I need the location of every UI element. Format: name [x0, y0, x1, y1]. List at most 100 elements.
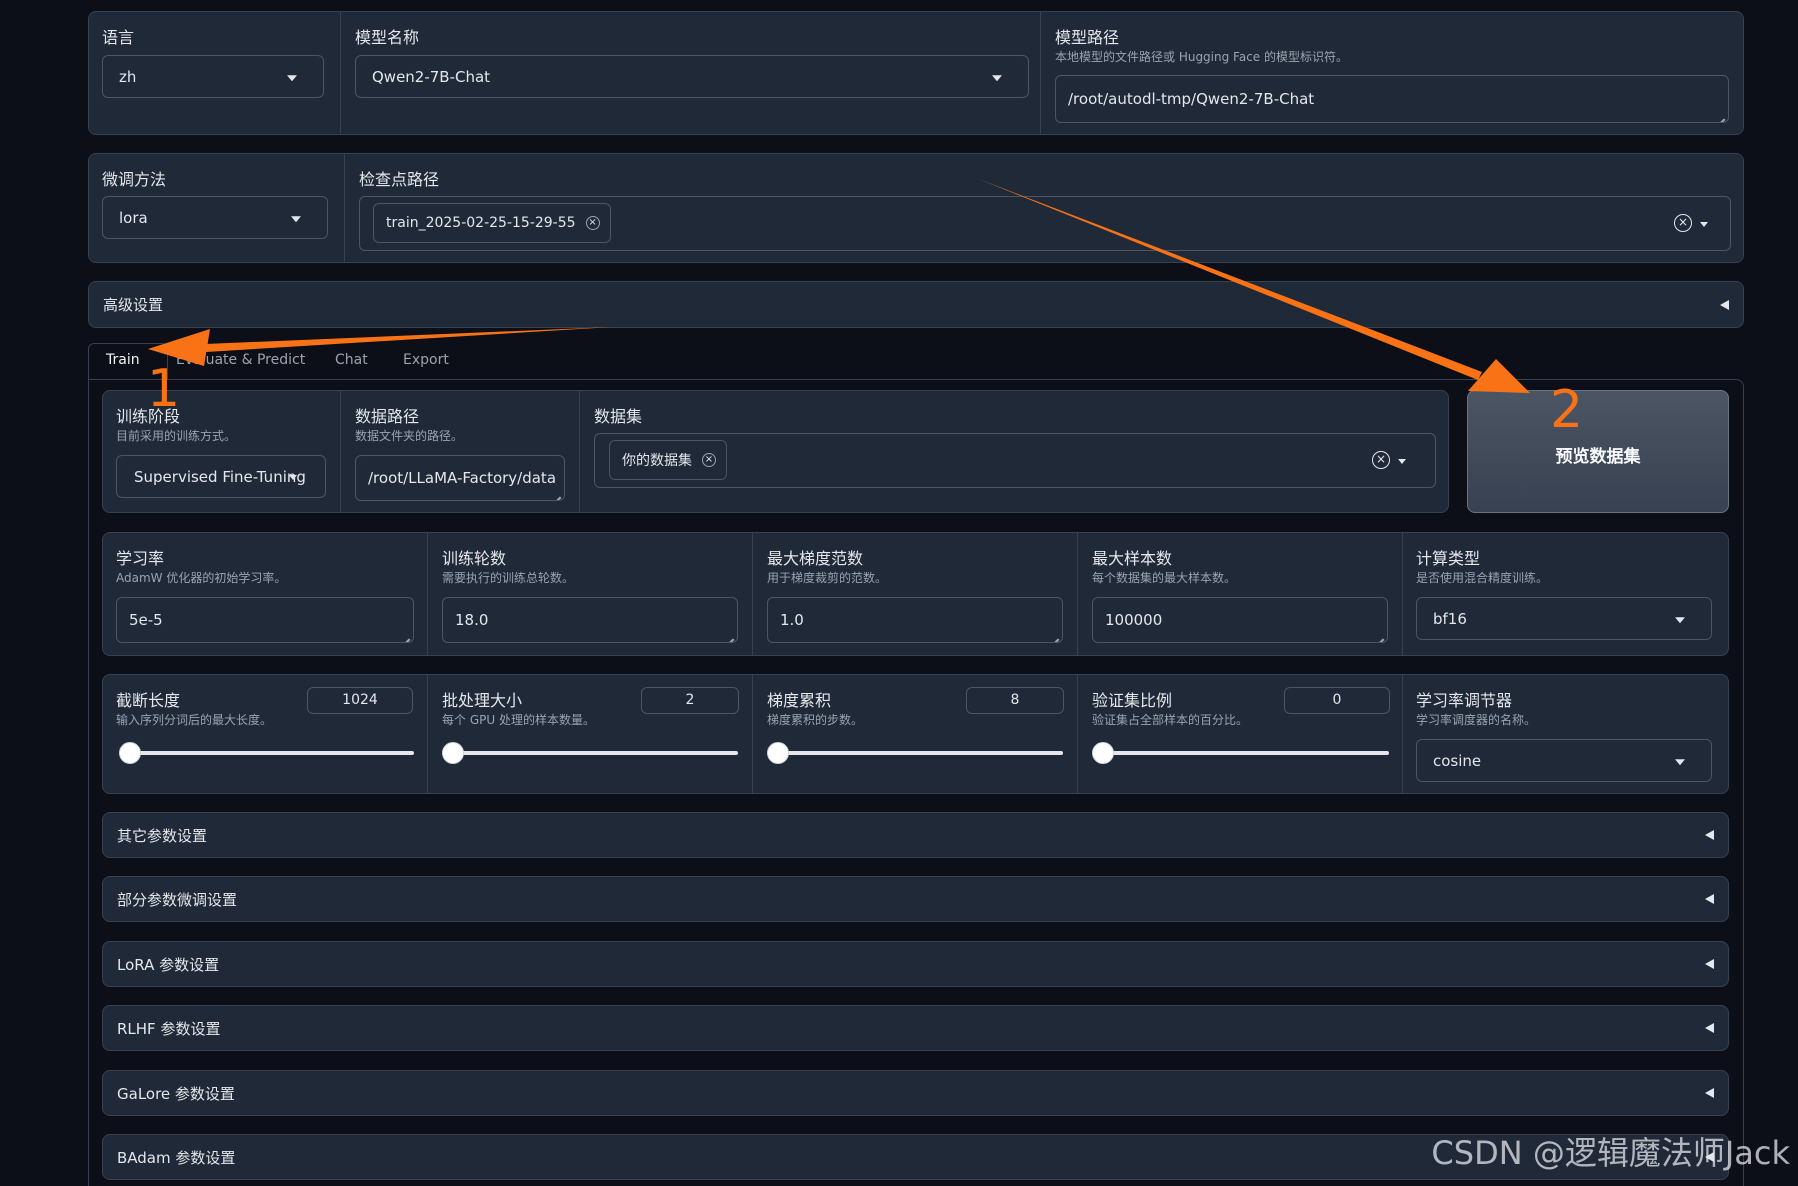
model-path-input[interactable]: /root/autodl-tmp/Qwen2-7B-Chat — [1055, 75, 1729, 123]
learning-rate-label: 学习率 — [116, 549, 165, 568]
resize-handle-icon[interactable] — [401, 630, 410, 639]
tab-train[interactable]: Train — [106, 352, 140, 368]
chevron-down-icon — [291, 215, 301, 222]
model-settings-panel: 语言 zh 模型名称 Qwen2-7B-Chat 模型路径 本地模型的文件路径或… — [88, 11, 1744, 135]
batch-size-slider-thumb[interactable] — [442, 742, 464, 764]
max-grad-norm-label: 最大梯度范数 — [767, 549, 864, 568]
close-icon[interactable]: × — [585, 216, 600, 230]
cutoff-len-number[interactable]: 1024 — [307, 687, 413, 714]
clear-icon[interactable]: × — [1372, 451, 1390, 469]
finetune-panel: 微调方法 lora 检查点路径 train_2025-02-25-15-29-5… — [88, 153, 1744, 263]
watermark-text: CSDN @逻辑魔法师Jack — [1431, 1134, 1790, 1172]
rlhf-params-label: RLHF 参数设置 — [117, 1019, 221, 1038]
freeze-params-accordion[interactable]: 部分参数微调设置 — [102, 876, 1729, 922]
max-grad-norm-cell: 最大梯度范数 用于梯度裁剪的范数。 1.0 — [753, 533, 1078, 655]
preview-dataset-button[interactable]: 预览数据集 — [1467, 390, 1729, 513]
chevron-down-icon[interactable] — [1398, 459, 1406, 464]
resize-handle-icon[interactable] — [1716, 110, 1725, 119]
checkpoint-multiselect[interactable]: train_2025-02-25-15-29-55 × × — [359, 196, 1731, 251]
stage-cell: 训练阶段 目前采用的训练方式。 Supervised Fine-Tuning — [103, 391, 341, 512]
collapse-triangle-icon — [1705, 959, 1714, 969]
advanced-settings-label: 高级设置 — [103, 296, 164, 314]
max-grad-norm-info: 用于梯度裁剪的范数。 — [767, 571, 888, 585]
resize-handle-icon[interactable] — [1050, 630, 1059, 639]
data-dir-cell: 数据路径 数据文件夹的路径。 /root/LLaMA-Factory/data — [341, 391, 580, 512]
max-grad-norm-input[interactable]: 1.0 — [767, 597, 1063, 643]
cutoff-len-slider-thumb[interactable] — [119, 742, 141, 764]
dataset-chip-label: 你的数据集 — [622, 453, 692, 469]
lr-scheduler-label: 学习率调节器 — [1416, 691, 1513, 710]
batch-size-slider[interactable] — [442, 742, 738, 764]
annotation-number-two: 2 — [1550, 380, 1584, 440]
finetune-value: lora — [119, 208, 148, 227]
compute-type-dropdown[interactable]: bf16 — [1416, 597, 1712, 640]
model-path-info: 本地模型的文件路径或 Hugging Face 的模型标识符。 — [1055, 50, 1348, 64]
close-icon[interactable]: × — [702, 453, 716, 467]
lora-params-accordion[interactable]: LoRA 参数设置 — [102, 941, 1729, 987]
language-dropdown[interactable]: zh — [102, 55, 324, 98]
advanced-settings-accordion[interactable]: 高级设置 — [88, 281, 1744, 328]
grad-accum-slider[interactable] — [767, 742, 1063, 764]
compute-type-cell: 计算类型 是否使用混合精度训练。 bf16 — [1403, 533, 1728, 655]
model-name-cell: 模型名称 Qwen2-7B-Chat — [341, 12, 1041, 134]
cutoff-len-slider[interactable] — [119, 742, 414, 764]
resize-handle-icon[interactable] — [552, 488, 561, 497]
batch-size-info: 每个 GPU 处理的样本数量。 — [442, 713, 595, 727]
lora-params-label: LoRA 参数设置 — [117, 955, 220, 974]
language-label: 语言 — [102, 28, 135, 47]
galore-params-accordion[interactable]: GaLore 参数设置 — [102, 1070, 1729, 1116]
grad-accum-slider-thumb[interactable] — [767, 742, 789, 764]
learning-rate-input[interactable]: 5e-5 — [116, 597, 414, 643]
max-grad-norm-value: 1.0 — [780, 611, 804, 629]
tab-export[interactable]: Export — [403, 352, 449, 368]
rlhf-params-accordion[interactable]: RLHF 参数设置 — [102, 1005, 1729, 1051]
max-samples-info: 每个数据集的最大样本数。 — [1092, 571, 1237, 585]
annotation-number-one: 1 — [147, 359, 181, 419]
val-size-number[interactable]: 0 — [1284, 687, 1390, 714]
data-dir-value: /root/LLaMA-Factory/data — [368, 469, 557, 487]
cutoff-len-label: 截断长度 — [116, 691, 181, 710]
chevron-down-icon — [1675, 616, 1685, 623]
chevron-down-icon — [287, 74, 297, 81]
finetune-cell: 微调方法 lora — [89, 154, 345, 262]
train-basic-panel: 训练阶段 目前采用的训练方式。 Supervised Fine-Tuning 数… — [102, 390, 1449, 513]
train-batch-panel: 截断长度 输入序列分词后的最大长度。 1024 批处理大小 每个 GPU 处理的… — [102, 674, 1729, 794]
max-samples-input[interactable]: 100000 — [1092, 597, 1388, 643]
val-size-slider[interactable] — [1092, 742, 1389, 764]
resize-handle-icon[interactable] — [1375, 630, 1384, 639]
batch-size-label: 批处理大小 — [442, 691, 523, 710]
chevron-down-icon — [1675, 758, 1685, 765]
tab-evaluate-predict[interactable]: Evaluate & Predict — [176, 352, 305, 368]
batch-size-number[interactable]: 2 — [641, 687, 739, 714]
collapse-triangle-icon — [1705, 1088, 1714, 1098]
finetune-dropdown[interactable]: lora — [102, 196, 328, 239]
other-params-label: 其它参数设置 — [117, 826, 208, 845]
lr-scheduler-cell: 学习率调节器 学习率调度器的名称。 cosine — [1403, 675, 1728, 793]
model-name-dropdown[interactable]: Qwen2-7B-Chat — [355, 55, 1029, 98]
other-params-accordion[interactable]: 其它参数设置 — [102, 812, 1729, 858]
checkpoint-chip[interactable]: train_2025-02-25-15-29-55 × — [373, 203, 611, 243]
data-dir-input[interactable]: /root/LLaMA-Factory/data — [355, 455, 565, 501]
lr-scheduler-dropdown[interactable]: cosine — [1416, 739, 1712, 782]
batch-size-cell: 批处理大小 每个 GPU 处理的样本数量。 2 — [428, 675, 753, 793]
epochs-input[interactable]: 18.0 — [442, 597, 738, 643]
lr-scheduler-value: cosine — [1433, 751, 1482, 770]
grad-accum-cell: 梯度累积 梯度累积的步数。 8 — [753, 675, 1078, 793]
collapse-triangle-icon — [1705, 1023, 1714, 1033]
chevron-down-icon[interactable] — [1700, 222, 1708, 227]
val-size-slider-thumb[interactable] — [1092, 742, 1114, 764]
model-path-cell: 模型路径 本地模型的文件路径或 Hugging Face 的模型标识符。 /ro… — [1041, 12, 1743, 134]
cutoff-len-cell: 截断长度 输入序列分词后的最大长度。 1024 — [103, 675, 428, 793]
val-size-cell: 验证集比例 验证集占全部样本的百分比。 0 — [1078, 675, 1403, 793]
tab-chat[interactable]: Chat — [335, 352, 368, 368]
stage-dropdown[interactable]: Supervised Fine-Tuning — [116, 455, 326, 498]
clear-icon[interactable]: × — [1674, 214, 1692, 232]
grad-accum-number[interactable]: 8 — [966, 687, 1064, 714]
epochs-cell: 训练轮数 需要执行的训练总轮数。 18.0 — [428, 533, 753, 655]
dataset-chip[interactable]: 你的数据集 × — [609, 440, 727, 480]
dataset-multiselect[interactable]: 你的数据集 × × — [594, 433, 1436, 488]
finetune-label: 微调方法 — [102, 170, 167, 189]
collapse-triangle-icon — [1705, 830, 1714, 840]
learning-rate-cell: 学习率 AdamW 优化器的初始学习率。 5e-5 — [103, 533, 428, 655]
resize-handle-icon[interactable] — [725, 630, 734, 639]
